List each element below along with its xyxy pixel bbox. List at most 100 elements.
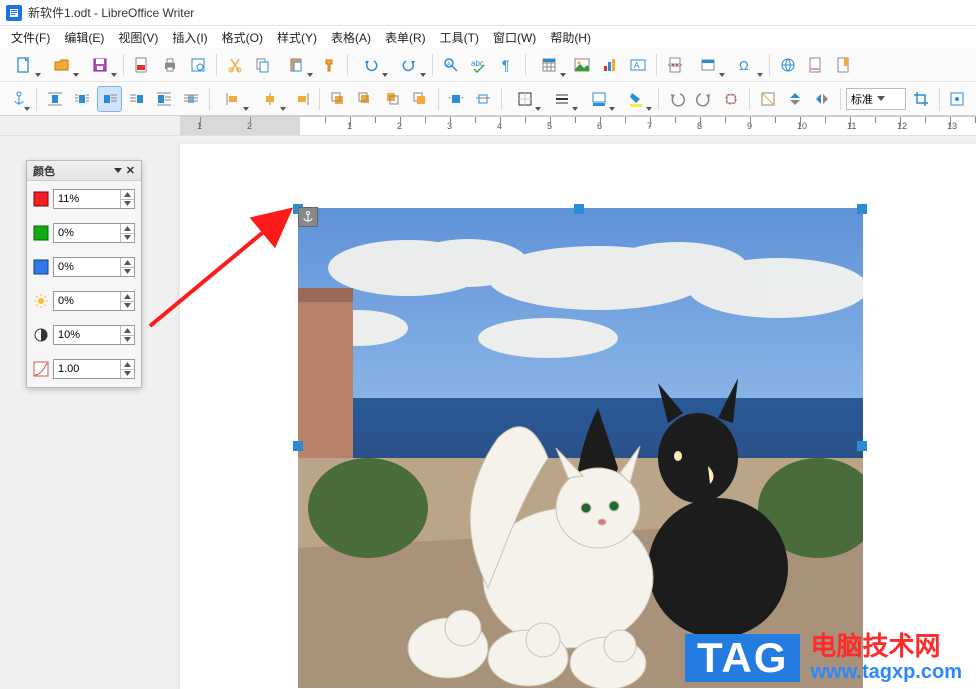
insert-chart-button[interactable]	[597, 52, 623, 78]
spin-down-icon[interactable]	[121, 234, 134, 243]
separator	[525, 54, 526, 76]
selected-image[interactable]	[298, 208, 863, 688]
wrap-through-button[interactable]	[179, 86, 204, 112]
spin-down-icon[interactable]	[121, 268, 134, 277]
borders-button[interactable]	[507, 86, 542, 112]
spin-up-icon[interactable]	[121, 360, 134, 370]
wrap-parallel-button[interactable]	[70, 86, 95, 112]
anchor-indicator-icon[interactable]	[298, 207, 318, 227]
open-button[interactable]	[44, 52, 80, 78]
insert-hyperlink-button[interactable]	[775, 52, 801, 78]
rotate-left-button[interactable]	[664, 86, 689, 112]
insert-special-char-button[interactable]: Ω	[728, 52, 764, 78]
wrap-optimal-button[interactable]	[97, 86, 122, 112]
save-button[interactable]	[82, 52, 118, 78]
undo-button[interactable]	[353, 52, 389, 78]
graphics-mode-combo[interactable]: 标准	[846, 88, 907, 110]
contrast-spin[interactable]: 10%	[53, 325, 135, 345]
insert-image-button[interactable]	[569, 52, 595, 78]
new-button[interactable]	[6, 52, 42, 78]
panel-menu-icon[interactable]	[114, 168, 122, 173]
forward-one-button[interactable]	[353, 86, 378, 112]
spin-up-icon[interactable]	[121, 190, 134, 200]
align-right-button[interactable]	[289, 86, 314, 112]
red-spin[interactable]: 11%	[53, 189, 135, 209]
menu-style[interactable]: 样式(Y)	[270, 27, 324, 48]
wrap-after-button[interactable]	[152, 86, 177, 112]
crop-button[interactable]	[908, 86, 933, 112]
send-to-back-button[interactable]	[407, 86, 432, 112]
menu-view[interactable]: 视图(V)	[111, 27, 165, 48]
insert-text-box-button[interactable]: A	[625, 52, 651, 78]
print-preview-button[interactable]	[185, 52, 211, 78]
menu-tools[interactable]: 工具(T)	[433, 27, 486, 48]
resize-handle-ne[interactable]	[857, 204, 867, 214]
menu-file[interactable]: 文件(F)	[4, 27, 57, 48]
anchor-button[interactable]	[6, 86, 31, 112]
insert-table-button[interactable]	[531, 52, 567, 78]
formatting-marks-button[interactable]: ¶	[494, 52, 520, 78]
horizontal-ruler[interactable]: 211234567891011121314	[180, 116, 976, 135]
brightness-spin[interactable]: 0%	[53, 291, 135, 311]
menu-help[interactable]: 帮助(H)	[543, 27, 598, 48]
flip-h-button[interactable]	[810, 86, 835, 112]
menu-table[interactable]: 表格(A)	[324, 27, 378, 48]
gamma-spin[interactable]: 1.00	[53, 359, 135, 379]
insert-page-break-button[interactable]	[662, 52, 688, 78]
wrap-before-button[interactable]	[124, 86, 149, 112]
spin-down-icon[interactable]	[121, 302, 134, 311]
align-left-button[interactable]	[215, 86, 250, 112]
menu-insert[interactable]: 插入(I)	[165, 27, 214, 48]
ruler-gutter	[0, 116, 180, 135]
spin-up-icon[interactable]	[121, 292, 134, 302]
standard-toolbar: A abc ¶ A Ω	[0, 48, 976, 82]
panel-close-icon[interactable]: ✕	[126, 164, 135, 177]
menu-edit[interactable]: 编辑(E)	[57, 27, 111, 48]
area-fill-button[interactable]	[618, 86, 653, 112]
rotate-button[interactable]	[719, 86, 744, 112]
resize-handle-w[interactable]	[293, 441, 303, 451]
separator	[749, 88, 750, 110]
transparency-button[interactable]	[755, 86, 780, 112]
wrap-none-button[interactable]	[42, 86, 67, 112]
flip-v-button[interactable]	[782, 86, 807, 112]
insert-footnote-button[interactable]	[803, 52, 829, 78]
spin-down-icon[interactable]	[121, 336, 134, 345]
print-button[interactable]	[157, 52, 183, 78]
redo-button[interactable]	[391, 52, 427, 78]
insert-field-button[interactable]	[690, 52, 726, 78]
border-style-button[interactable]	[544, 86, 579, 112]
clone-format-button[interactable]	[316, 52, 342, 78]
to-foreground-button[interactable]	[444, 86, 469, 112]
rotate-right-button[interactable]	[691, 86, 716, 112]
color-panel[interactable]: 颜色 ✕ 11% 0% 0% 0% 10% 1.00	[26, 160, 142, 388]
insert-bookmark-button[interactable]	[831, 52, 857, 78]
copy-button[interactable]	[250, 52, 276, 78]
spellcheck-button[interactable]: abc	[466, 52, 492, 78]
menu-format[interactable]: 格式(O)	[215, 27, 270, 48]
frame-properties-button[interactable]	[945, 86, 970, 112]
menu-window[interactable]: 窗口(W)	[486, 27, 543, 48]
blue-spin[interactable]: 0%	[53, 257, 135, 277]
panel-header[interactable]: 颜色 ✕	[27, 161, 141, 181]
border-color-button[interactable]	[581, 86, 616, 112]
spin-down-icon[interactable]	[121, 370, 134, 379]
spin-up-icon[interactable]	[121, 258, 134, 268]
separator	[769, 54, 770, 76]
green-spin[interactable]: 0%	[53, 223, 135, 243]
spin-up-icon[interactable]	[121, 224, 134, 234]
to-background-button[interactable]	[471, 86, 496, 112]
separator	[656, 54, 657, 76]
back-one-button[interactable]	[380, 86, 405, 112]
menu-form[interactable]: 表单(R)	[378, 27, 433, 48]
resize-handle-e[interactable]	[857, 441, 867, 451]
spin-down-icon[interactable]	[121, 200, 134, 209]
spin-up-icon[interactable]	[121, 326, 134, 336]
find-replace-button[interactable]: A	[438, 52, 464, 78]
resize-handle-n[interactable]	[574, 204, 584, 214]
paste-button[interactable]	[278, 52, 314, 78]
cut-button[interactable]	[222, 52, 248, 78]
export-pdf-button[interactable]	[129, 52, 155, 78]
bring-to-front-button[interactable]	[325, 86, 350, 112]
align-center-h-button[interactable]	[252, 86, 287, 112]
